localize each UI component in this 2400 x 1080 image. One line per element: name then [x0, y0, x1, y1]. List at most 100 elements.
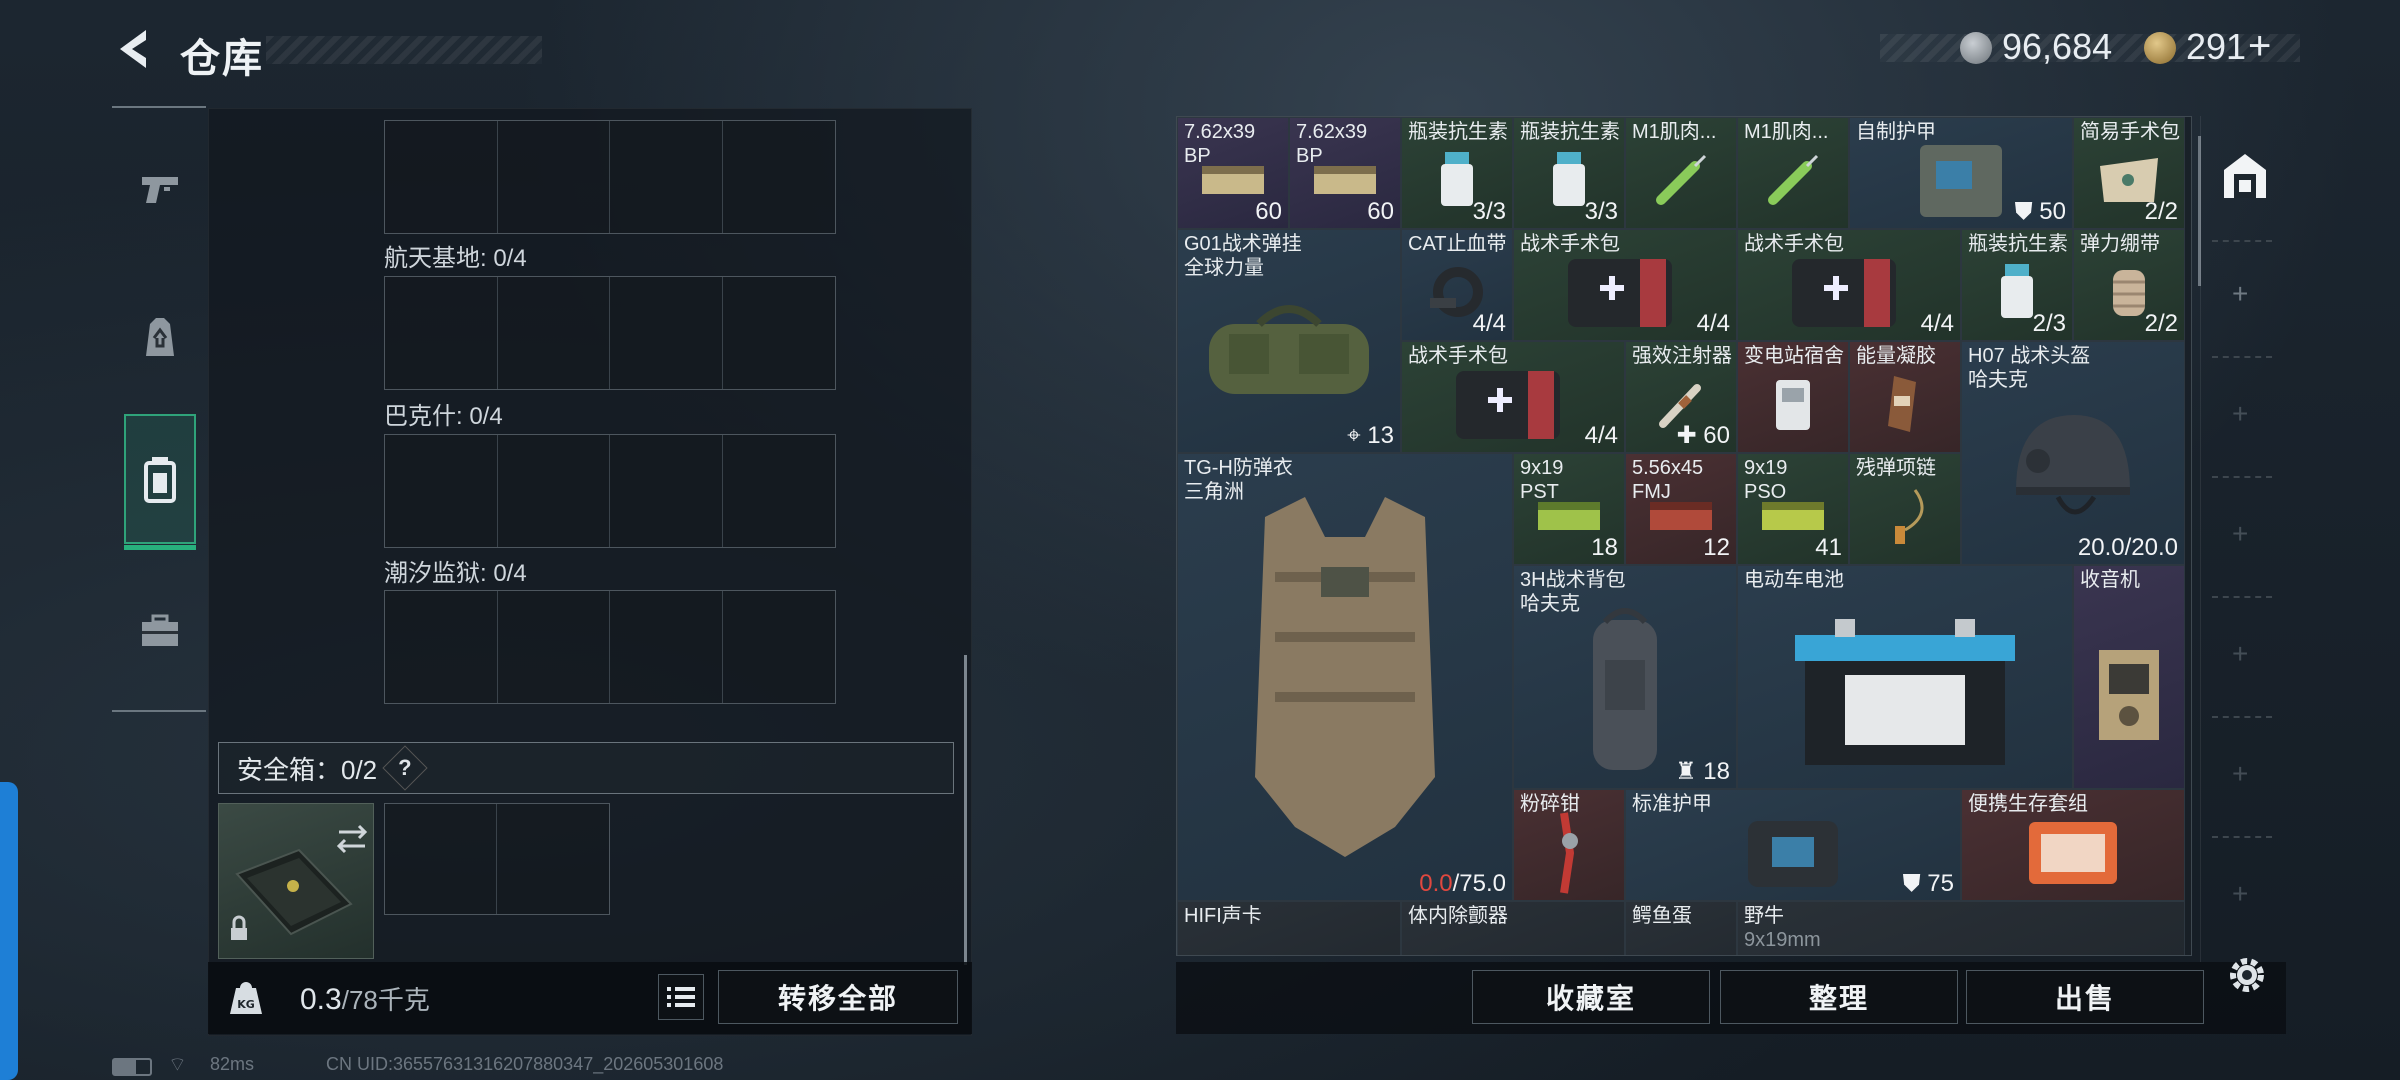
item-ammo-556-fmj[interactable]: 5.56x45 FMJ 12	[1625, 453, 1737, 565]
item-name: 瓶装抗生素	[1520, 121, 1620, 143]
item-count: 4/4	[1920, 310, 1954, 337]
ping-readout: 82ms	[210, 1054, 255, 1074]
item-ammo-762[interactable]: 7.62x39 BP 60	[1177, 117, 1289, 229]
pistol-icon	[142, 177, 178, 203]
item-name: 收音机	[2080, 569, 2140, 591]
survival-kit-icon	[2013, 812, 2133, 892]
item-implant-defibrillator[interactable]: 体内除颤器	[1401, 901, 1625, 955]
gold-coin-icon	[2144, 32, 2176, 64]
item-name: 能量凝胶	[1856, 345, 1936, 367]
item-hifi-soundcard[interactable]: HIFI声卡	[1177, 901, 1401, 955]
item-ammo-762-2[interactable]: 7.62x39 BP 60	[1289, 117, 1401, 229]
item-name: 鳄鱼蛋	[1632, 905, 1692, 927]
sort-button[interactable]: 整理	[1720, 970, 1958, 1024]
item-strong-injector[interactable]: 强效注射器 ✚ 60	[1625, 341, 1737, 453]
item-count: 60	[1367, 198, 1394, 225]
item-count: ⌖ 13	[1347, 422, 1394, 449]
item-simple-surgery-kit[interactable]: 简易手术包 2/2	[2073, 117, 2185, 229]
help-icon: ?	[398, 754, 412, 780]
ammo-box-icon	[1198, 160, 1268, 200]
helmet-icon	[1998, 401, 2148, 531]
safe-case-icon	[231, 824, 368, 940]
item-name: M1肌肉...	[1744, 121, 1829, 143]
tab-weapons[interactable]	[124, 142, 196, 236]
transfer-all-button[interactable]: 转移全部	[718, 970, 958, 1024]
item-antibiotic-3[interactable]: 瓶装抗生素 2/3	[1961, 229, 2073, 341]
item-h07-helmet[interactable]: H07 战术头盔 哈夫克 20.0/20.0	[1961, 341, 2185, 565]
add-category-button[interactable]: +	[2232, 398, 2248, 430]
body-armor-icon	[1225, 477, 1465, 877]
item-count: 2/3	[2032, 310, 2066, 337]
safe-box-slots[interactable]	[384, 803, 610, 915]
container-slots-4[interactable]	[384, 590, 836, 704]
item-bullet-necklace[interactable]: 残弹项链	[1849, 453, 1961, 565]
add-category-button[interactable]: +	[2232, 638, 2248, 670]
item-energy-gel[interactable]: 能量凝胶	[1849, 341, 1961, 453]
plus-icon: ✚	[1676, 422, 1704, 449]
tab-containers[interactable]	[124, 414, 196, 550]
item-homemade-armor[interactable]: 自制护甲 ⛊ 50	[1849, 117, 2073, 229]
add-category-button[interactable]: +	[2232, 278, 2248, 310]
item-radio[interactable]: 收音机	[2073, 565, 2185, 789]
capacity-icon: ⌖	[1347, 422, 1368, 449]
item-tactical-surgery-kit-1[interactable]: 战术手术包 4/4	[1513, 229, 1737, 341]
item-standard-armor[interactable]: 标准护甲 ⛊ 75	[1625, 789, 1961, 901]
safe-box-item[interactable]	[218, 803, 374, 959]
item-m1-muscle-2[interactable]: M1肌肉...	[1737, 117, 1849, 229]
back-button[interactable]	[112, 26, 158, 72]
item-count: 18	[1591, 534, 1618, 561]
tab-equipment[interactable]	[124, 290, 196, 384]
item-name: 瓶装抗生素	[1408, 121, 1508, 143]
collection-room-button[interactable]: 收藏室	[1472, 970, 1710, 1024]
item-cat-tourniquet[interactable]: CAT止血带 4/4	[1401, 229, 1513, 341]
battery-icon	[1775, 605, 2035, 775]
item-bison-smg[interactable]: 野牛 9x19mm	[1737, 901, 2185, 955]
item-antibiotic-1[interactable]: 瓶装抗生素 3/3	[1401, 117, 1513, 229]
item-name: 瓶装抗生素	[1968, 233, 2068, 255]
armor-vest-icon	[1906, 135, 2016, 225]
item-tactical-surgery-kit-2[interactable]: 战术手术包 4/4	[1737, 229, 1961, 341]
item-g01-rig[interactable]: G01战术弹挂 全球力量 ⌖ 13	[1177, 229, 1401, 453]
add-category-button[interactable]: +	[2232, 758, 2248, 790]
container-slots-2[interactable]	[384, 276, 836, 390]
capacity-icon: ♜	[1675, 758, 1704, 785]
item-crocodile-egg[interactable]: 鳄鱼蛋	[1625, 901, 1737, 955]
item-3h-backpack[interactable]: 3H战术背包 哈夫克 ♜ 18	[1513, 565, 1737, 789]
item-ammo-9x19-pst[interactable]: 9x19 PST 18	[1513, 453, 1625, 565]
ammo-box-icon	[1534, 496, 1604, 536]
item-substation-dorm-key[interactable]: 变电站宿舍	[1737, 341, 1849, 453]
item-m1-muscle-1[interactable]: M1肌肉...	[1625, 117, 1737, 229]
item-elastic-bandage[interactable]: 弹力绷带 2/2	[2073, 229, 2185, 341]
item-tgh-body-armor[interactable]: TG-H防弹衣 三角洲 0.0/75.0	[1177, 453, 1513, 901]
item-count: ♜ 18	[1675, 758, 1730, 785]
item-subtitle: 哈夫克	[1968, 369, 2028, 391]
wifi-icon: ⌔	[168, 1054, 187, 1076]
item-name: 体内除颤器	[1408, 905, 1508, 927]
item-ev-battery[interactable]: 电动车电池	[1737, 565, 2073, 789]
add-category-button[interactable]: +	[2232, 878, 2248, 910]
item-count: 0.0/75.0	[1419, 870, 1506, 897]
silver-coin-icon	[1960, 32, 1992, 64]
item-tactical-surgery-kit-3[interactable]: 战术手术包 4/4	[1401, 341, 1625, 453]
settings-button[interactable]	[2226, 954, 2268, 996]
list-view-button[interactable]	[658, 974, 704, 1020]
sell-button[interactable]: 出售	[1966, 970, 2204, 1024]
item-crushing-pliers[interactable]: 粉碎钳	[1513, 789, 1625, 901]
add-category-button[interactable]: +	[2232, 518, 2248, 550]
left-scrollbar[interactable]	[964, 655, 967, 965]
battery-icon	[112, 1058, 152, 1076]
item-portable-survival-kit[interactable]: 便携生存套组	[1961, 789, 2185, 901]
item-count: 4/4	[1696, 310, 1730, 337]
tab-toolbox[interactable]	[124, 584, 196, 678]
item-ammo-9x19-pso[interactable]: 9x19 PSO 41	[1737, 453, 1849, 565]
help-button[interactable]: ?	[382, 745, 428, 791]
item-name: G01战术弹挂	[1184, 233, 1302, 255]
add-currency-button[interactable]: +	[2248, 24, 2271, 69]
container-slots-1[interactable]	[384, 120, 836, 234]
container-slots-3[interactable]	[384, 434, 836, 548]
item-name: 电动车电池	[1744, 569, 1844, 591]
edge-handle[interactable]	[0, 782, 18, 1080]
warehouse-icon	[2224, 154, 2266, 198]
item-antibiotic-2[interactable]: 瓶装抗生素 3/3	[1513, 117, 1625, 229]
category-all-tab[interactable]	[2220, 150, 2270, 202]
